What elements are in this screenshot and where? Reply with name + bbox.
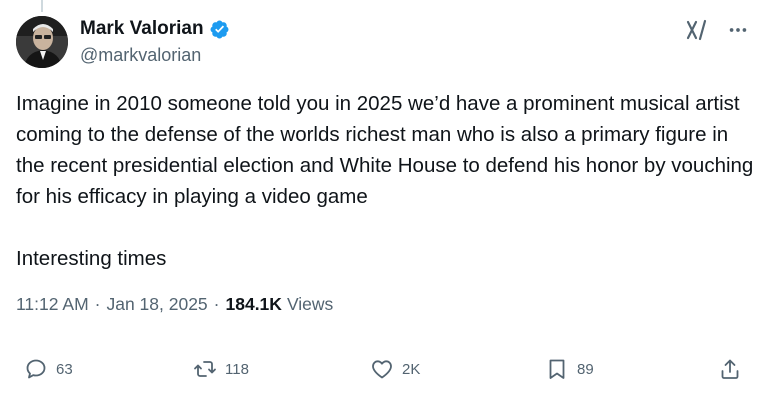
bookmark-count: 89 [577,360,594,378]
tweet-meta: 11:12 AM · Jan 18, 2025 · 184.1K Views [16,294,333,315]
repost-icon [194,361,216,377]
avatar-image [16,16,68,68]
meta-separator: · [213,294,220,314]
author-block: Mark Valorian @markvalorian [80,16,230,66]
top-actions [685,18,749,42]
meta-separator: · [94,294,101,314]
like-icon [372,360,392,379]
tweet-time[interactable]: 11:12 AM [16,294,89,315]
share-button[interactable] [718,357,742,381]
tweet-date[interactable]: Jan 18, 2025 [106,294,207,315]
bookmark-button[interactable]: 89 [545,357,594,381]
like-button[interactable]: 2K [370,357,420,381]
thread-connector-line [41,0,43,12]
verified-badge-icon[interactable] [209,19,230,40]
repost-button[interactable]: 118 [193,357,249,381]
tweet-text: Imagine in 2010 someone told you in 2025… [16,92,754,270]
grok-icon[interactable] [685,18,709,42]
author-display-name[interactable]: Mark Valorian [80,18,204,40]
reply-icon [26,359,46,379]
views-label[interactable]: Views [287,294,333,315]
reply-button[interactable]: 63 [24,357,73,381]
tweet-card: Mark Valorian @markvalorian Imagine in 2… [0,0,771,400]
repost-count: 118 [225,360,249,378]
views-count[interactable]: 184.1K [226,294,282,315]
name-row: Mark Valorian [80,16,230,42]
author-handle[interactable]: @markvalorian [80,45,230,66]
reply-count: 63 [56,360,73,378]
more-icon[interactable] [727,19,749,41]
avatar[interactable] [16,16,68,68]
share-icon [721,359,739,379]
action-bar: 63 118 2K 89 [0,357,771,389]
like-count: 2K [402,360,421,378]
bookmark-icon [549,359,565,379]
